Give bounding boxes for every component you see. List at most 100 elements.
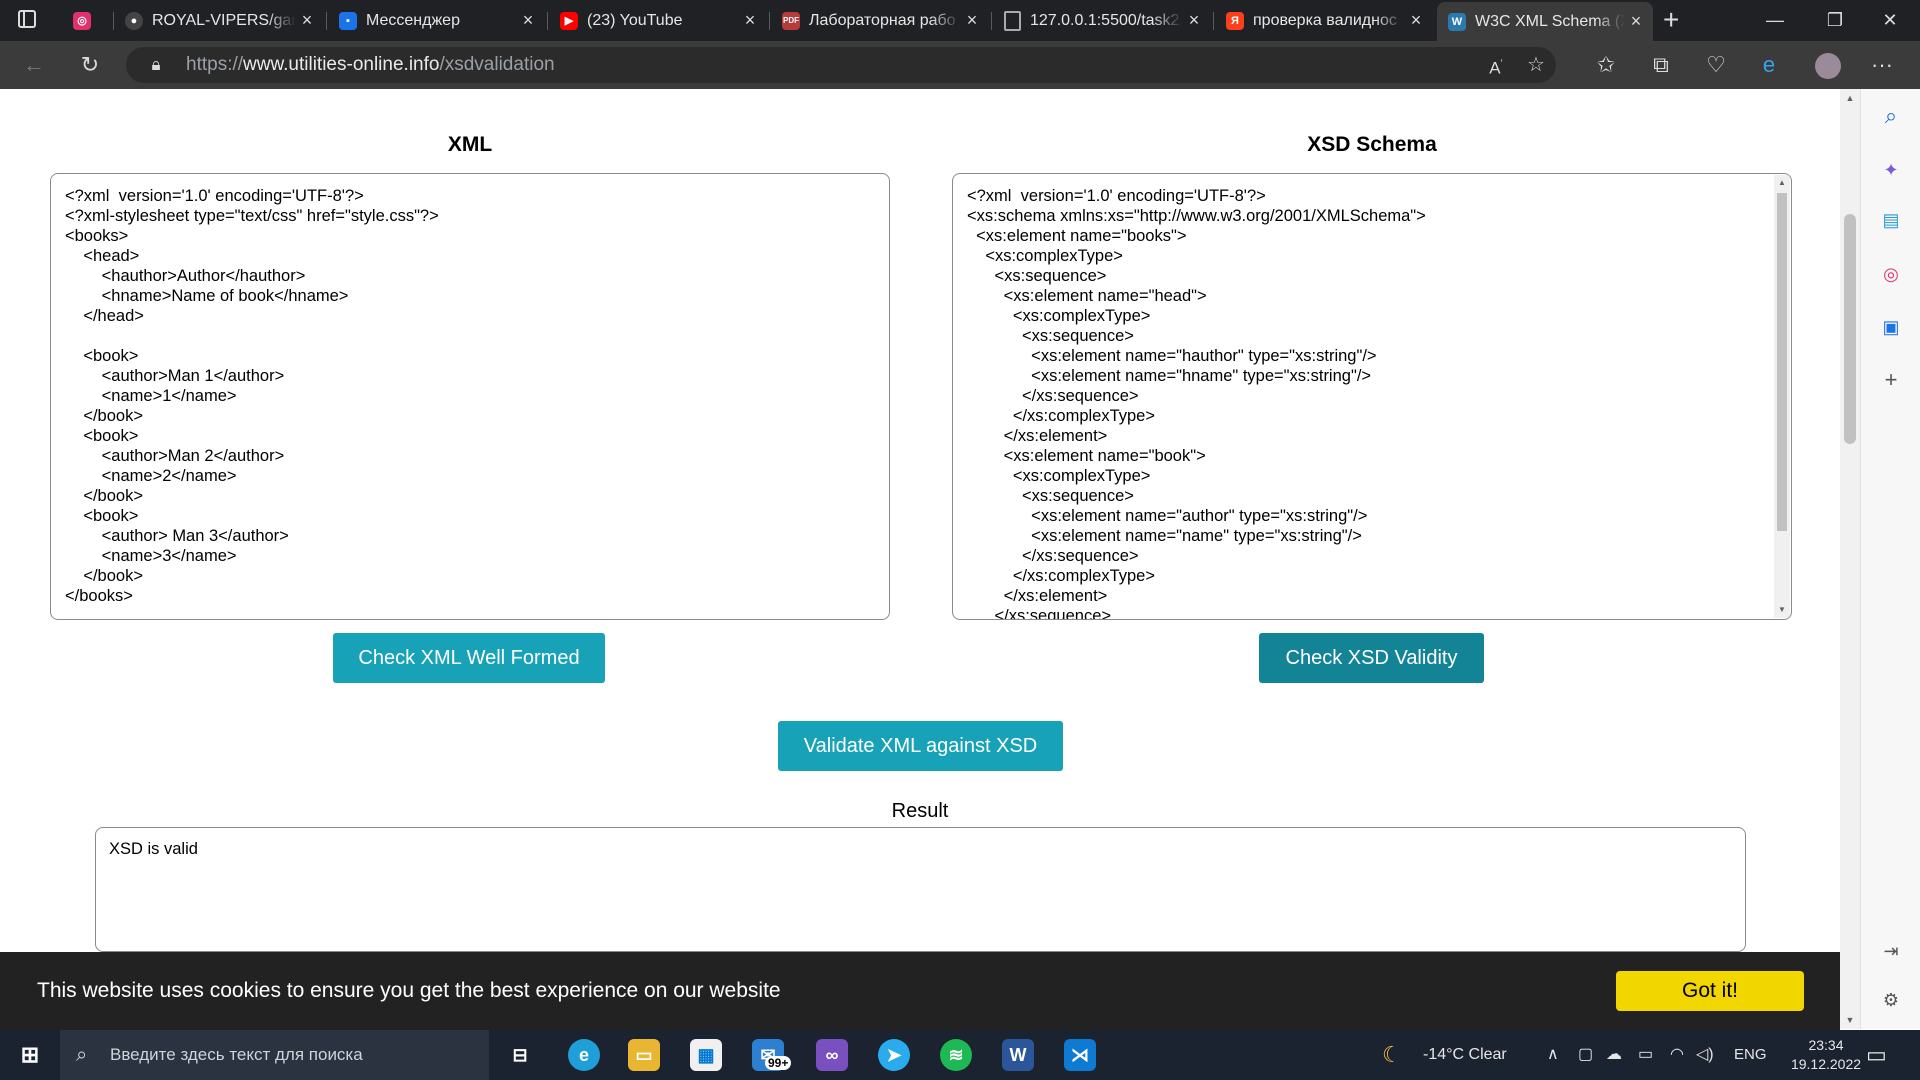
meet-now-icon[interactable]: ▢: [1578, 1030, 1593, 1080]
close-tab-icon[interactable]: ×: [517, 10, 539, 31]
language-indicator[interactable]: ENG: [1734, 1030, 1767, 1080]
spotify-icon[interactable]: ≋: [940, 1039, 972, 1071]
validate-button[interactable]: Validate XML against XSD: [778, 721, 1063, 771]
xml-input[interactable]: <?xml version='1.0' encoding='UTF-8'?> <…: [50, 173, 890, 620]
instagram-icon: ◎: [73, 11, 91, 30]
volume-icon[interactable]: ◁): [1696, 1030, 1714, 1080]
file-explorer-icon[interactable]: ▭: [628, 1039, 660, 1071]
cookie-accept-button[interactable]: Got it!: [1616, 971, 1804, 1011]
tab-title: Лабораторная рабо: [809, 11, 956, 29]
tab-strip: ◎ ● ROYAL-VIPERS/game × ▪ Мессенджер × ▶…: [0, 0, 1920, 41]
tab-lab-pdf[interactable]: PDF Лабораторная рабо ×: [771, 4, 989, 37]
clock[interactable]: 23:34 19.12.2022: [1786, 1036, 1866, 1074]
tab-title: проверка валиднос: [1253, 11, 1397, 29]
result-label: Result: [891, 800, 949, 822]
file-icon: [1004, 10, 1021, 31]
tab-title: Мессенджер: [366, 11, 460, 29]
telegram-icon[interactable]: ➤: [878, 1039, 910, 1071]
check-xsd-button[interactable]: Check XSD Validity: [1259, 633, 1484, 683]
tab-github[interactable]: ● ROYAL-VIPERS/game ×: [114, 4, 324, 37]
xml-schema-icon: W: [1448, 12, 1466, 31]
hide-sidebar-icon[interactable]: ⇥: [1878, 938, 1904, 964]
add-sidebar-app-icon[interactable]: +: [1878, 367, 1904, 393]
cookie-banner: This website uses cookies to ensure you …: [0, 952, 1840, 1030]
windows-start-icon[interactable]: ⊞: [14, 1039, 46, 1071]
tab-title: ROYAL-VIPERS/game: [152, 11, 296, 29]
tools-icon[interactable]: ▤: [1878, 207, 1904, 233]
new-tab-button[interactable]: +: [1663, 2, 1679, 38]
weather-moon-icon[interactable]: ☾: [1382, 1030, 1402, 1080]
browser-essentials-icon[interactable]: ♡: [1700, 41, 1732, 89]
task-view-icon[interactable]: ⊟: [504, 1039, 536, 1071]
sidebar-settings-icon[interactable]: ⚙: [1878, 987, 1904, 1013]
tab-messenger[interactable]: ▪ Мессенджер ×: [328, 4, 545, 37]
scrollbar-thumb[interactable]: [1777, 193, 1787, 531]
add-favorite-icon[interactable]: ☆: [1520, 41, 1552, 89]
collections-icon[interactable]: ⧉: [1645, 41, 1677, 89]
back-icon[interactable]: ←: [18, 41, 50, 89]
page-content: XML XSD Schema <?xml version='1.0' encod…: [0, 89, 1840, 1029]
messenger-icon[interactable]: ▣: [1878, 314, 1904, 340]
yandex-icon: Я: [1226, 11, 1244, 30]
tab-title: 127.0.0.1:5500/task2.: [1030, 11, 1183, 29]
visual-studio-icon[interactable]: ∞: [816, 1039, 848, 1071]
scrollbar-thumb[interactable]: [1844, 214, 1856, 444]
scroll-down-icon[interactable]: ▼: [1774, 602, 1790, 618]
discover-icon[interactable]: ✦: [1878, 157, 1904, 183]
onedrive-icon[interactable]: ☁: [1606, 1030, 1622, 1080]
close-tab-icon[interactable]: ×: [1405, 10, 1427, 31]
vscode-icon[interactable]: ⋊: [1064, 1039, 1096, 1071]
close-tab-icon[interactable]: ×: [1625, 11, 1647, 32]
close-tab-icon[interactable]: ×: [961, 10, 983, 31]
url-text[interactable]: https://www.utilities-online.info/xsdval…: [186, 47, 555, 83]
messenger-icon: ▪: [339, 11, 357, 30]
weather-text[interactable]: -14°C Clear: [1423, 1030, 1507, 1080]
pdf-icon: PDF: [782, 11, 800, 30]
xml-code[interactable]: <?xml version='1.0' encoding='UTF-8'?> <…: [51, 174, 889, 618]
close-window-button[interactable]: ✕: [1860, 0, 1920, 41]
show-hidden-icons[interactable]: ∧: [1547, 1030, 1559, 1080]
battery-icon[interactable]: ▭: [1638, 1030, 1653, 1080]
microsoft-store-icon[interactable]: ▦: [690, 1039, 722, 1071]
profile-avatar[interactable]: [1812, 41, 1844, 89]
search-icon[interactable]: ⌕: [1878, 103, 1904, 129]
scroll-up-icon[interactable]: ▲: [1840, 93, 1860, 103]
settings-menu-icon[interactable]: ···: [1866, 41, 1898, 89]
taskbar-search[interactable]: ⌕ Введите здесь текст для поиска: [60, 1030, 489, 1080]
wifi-icon[interactable]: ◠: [1670, 1030, 1684, 1080]
lock-icon[interactable]: 🔒︎: [140, 41, 172, 89]
internet-explorer-mode-icon[interactable]: e: [1753, 41, 1785, 89]
page-scrollbar[interactable]: ▲ ▼: [1840, 89, 1860, 1029]
check-xml-button[interactable]: Check XML Well Formed: [333, 633, 605, 683]
xsd-scrollbar[interactable]: ▲ ▼: [1774, 175, 1790, 618]
word-icon[interactable]: W: [1002, 1039, 1034, 1071]
restore-button[interactable]: ❐: [1805, 0, 1865, 41]
windows-taskbar: ⊞ ⌕ Введите здесь текст для поиска ⊟ e ▭…: [0, 1030, 1920, 1080]
minimize-button[interactable]: —: [1745, 0, 1805, 41]
tab-instagram[interactable]: ◎: [62, 4, 112, 37]
close-tab-icon[interactable]: ×: [1183, 10, 1205, 31]
tab-yandex[interactable]: Я проверка валиднос ×: [1215, 4, 1433, 37]
tab-title: (23) YouTube: [587, 11, 683, 29]
close-tab-icon[interactable]: ×: [296, 10, 318, 31]
scroll-down-icon[interactable]: ▼: [1840, 1015, 1860, 1025]
notifications-icon[interactable]: ▭: [1866, 1030, 1887, 1080]
tab-youtube[interactable]: ▶ (23) YouTube ×: [549, 4, 767, 37]
close-tab-icon[interactable]: ×: [739, 10, 761, 31]
refresh-icon[interactable]: ↻: [74, 41, 106, 89]
xsd-code[interactable]: <?xml version='1.0' encoding='UTF-8'?> <…: [953, 174, 1791, 619]
edge-app-icon[interactable]: e: [568, 1039, 600, 1071]
tab-localhost[interactable]: 127.0.0.1:5500/task2. ×: [993, 4, 1211, 37]
address-bar[interactable]: 🔒︎ https://www.utilities-online.info/xsd…: [126, 47, 1556, 83]
xsd-input[interactable]: <?xml version='1.0' encoding='UTF-8'?> <…: [952, 173, 1792, 620]
result-output[interactable]: XSD is valid: [95, 827, 1746, 952]
time: 23:34: [1808, 1037, 1844, 1053]
date: 19.12.2022: [1790, 1056, 1862, 1072]
tab-actions-menu-icon[interactable]: [18, 10, 36, 28]
scroll-up-icon[interactable]: ▲: [1774, 175, 1790, 191]
favorites-icon[interactable]: ✩: [1590, 41, 1622, 89]
instagram-icon[interactable]: ◎: [1878, 261, 1904, 287]
mail-badge: 99+: [765, 1056, 792, 1070]
read-aloud-icon[interactable]: Aʼ: [1480, 41, 1512, 93]
tab-w3c-xml-schema[interactable]: W W3C XML Schema (X ×: [1437, 2, 1653, 41]
